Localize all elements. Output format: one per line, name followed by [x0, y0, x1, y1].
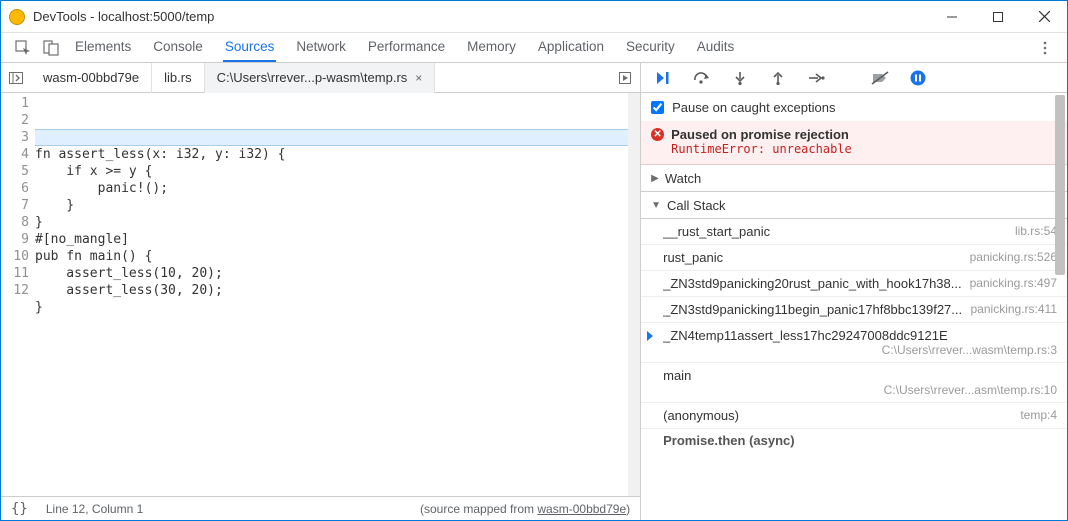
- callstack-label: Call Stack: [667, 198, 726, 213]
- frame-function: __rust_start_panic: [663, 224, 1007, 239]
- tab-network[interactable]: Network: [294, 33, 348, 62]
- frame-location: panicking.rs:411: [971, 302, 1058, 316]
- run-snippet-icon[interactable]: [610, 63, 640, 93]
- frame-function: _ZN4temp11assert_less17hc29247008ddc9121…: [663, 328, 1057, 343]
- frame-function: main: [663, 368, 1057, 383]
- stack-frame[interactable]: mainC:\Users\rrever...asm\temp.rs:10: [641, 363, 1067, 403]
- frame-location: lib.rs:54: [1015, 224, 1057, 238]
- window-titlebar: DevTools - localhost:5000/temp: [1, 1, 1067, 33]
- paused-message: RuntimeError: unreachable: [671, 142, 1057, 156]
- code-line: }: [35, 197, 640, 214]
- step-out-button[interactable]: [767, 67, 789, 89]
- frame-location: C:\Users\rrever...asm\temp.rs:10: [663, 383, 1057, 397]
- code-line: }: [35, 214, 640, 231]
- stack-frame[interactable]: rust_panic panicking.rs:526: [641, 245, 1067, 271]
- code-line: panic!();: [35, 180, 640, 197]
- sources-panel: wasm-00bbd79e lib.rs C:\Users\rrever...p-w…: [1, 63, 641, 520]
- tab-audits[interactable]: Audits: [695, 33, 737, 62]
- pause-on-exceptions-button[interactable]: [907, 67, 929, 89]
- code-line: assert_less(30, 20);: [35, 282, 640, 299]
- stack-frame[interactable]: _ZN3std9panicking11begin_panic17hf8bbc13…: [641, 297, 1067, 323]
- tab-console[interactable]: Console: [151, 33, 205, 62]
- format-icon[interactable]: {}: [11, 501, 28, 517]
- mapped-suffix: ): [626, 502, 630, 516]
- stack-frame[interactable]: __rust_start_panic lib.rs:54: [641, 219, 1067, 245]
- code-line: }: [35, 299, 640, 316]
- tab-security[interactable]: Security: [624, 33, 677, 62]
- close-tab-icon[interactable]: ×: [415, 71, 422, 85]
- gutter: 123456789101112: [1, 93, 35, 496]
- tab-application[interactable]: Application: [536, 33, 606, 62]
- select-element-icon[interactable]: [9, 36, 37, 60]
- code-area[interactable]: fn assert_less(x: i32, y: i32) { if x >=…: [35, 93, 640, 496]
- pause-on-caught-label: Pause on caught exceptions: [672, 100, 835, 115]
- tab-elements[interactable]: Elements: [73, 33, 133, 62]
- file-tab[interactable]: C:\Users\rrever...p-wasm\temp.rs ×: [205, 63, 436, 93]
- file-tab-bar: wasm-00bbd79e lib.rs C:\Users\rrever...p-w…: [1, 63, 640, 93]
- paused-banner: ✕ Paused on promise rejection RuntimeErr…: [641, 121, 1067, 165]
- cursor-position: Line 12, Column 1: [46, 502, 143, 516]
- window-title: DevTools - localhost:5000/temp: [33, 9, 929, 24]
- frame-function: (anonymous): [663, 408, 1012, 423]
- statusbar: {} Line 12, Column 1 (source mapped from…: [1, 496, 640, 520]
- panel-tabstrip: Elements Console Sources Network Performance…: [1, 33, 1067, 63]
- frame-location: panicking.rs:497: [970, 276, 1057, 290]
- frame-location: panicking.rs:526: [970, 250, 1057, 264]
- file-tab-label: wasm-00bbd79e: [43, 70, 139, 85]
- code-line: #[no_mangle]: [35, 231, 640, 248]
- paused-title: Paused on promise rejection: [671, 127, 1057, 142]
- stack-frame[interactable]: _ZN3std9panicking20rust_panic_with_hook1…: [641, 271, 1067, 297]
- minimize-button[interactable]: [929, 1, 975, 33]
- debugger-panel: Pause on caught exceptions ✕ Paused on p…: [641, 63, 1067, 520]
- source-map-link[interactable]: wasm-00bbd79e: [537, 502, 626, 516]
- code-line: assert_less(10, 20);: [35, 265, 640, 282]
- pause-on-caught-row: Pause on caught exceptions: [641, 93, 1067, 121]
- file-tab-label: lib.rs: [164, 70, 191, 85]
- debugger-toolbar: [641, 63, 1067, 93]
- watch-header[interactable]: ▶Watch: [641, 165, 1067, 191]
- navigator-toggle-icon[interactable]: [1, 63, 31, 93]
- mapped-prefix: (source mapped from: [420, 502, 537, 516]
- resume-button[interactable]: [653, 67, 675, 89]
- file-tab[interactable]: lib.rs: [152, 63, 204, 93]
- app-icon: [9, 9, 25, 25]
- callstack-header[interactable]: ▼Call Stack: [641, 192, 1067, 218]
- maximize-button[interactable]: [975, 1, 1021, 33]
- tab-memory[interactable]: Memory: [465, 33, 518, 62]
- device-toggle-icon[interactable]: [37, 36, 65, 60]
- code-line: pub fn main() {: [35, 248, 640, 265]
- stop-icon: ✕: [651, 128, 664, 141]
- file-tab-label: C:\Users\rrever...p-wasm\temp.rs: [217, 70, 408, 85]
- pause-on-caught-checkbox[interactable]: [651, 101, 664, 114]
- frame-location: C:\Users\rrever...wasm\temp.rs:3: [663, 343, 1057, 357]
- scrollbar-thumb[interactable]: [1055, 95, 1065, 275]
- file-tab[interactable]: wasm-00bbd79e: [31, 63, 152, 93]
- stack-frame[interactable]: (anonymous) temp:4: [641, 403, 1067, 429]
- async-label: Promise.then (async): [641, 429, 1067, 452]
- step-into-button[interactable]: [729, 67, 751, 89]
- code-editor[interactable]: 123456789101112 fn assert_less(x: i32, y…: [1, 93, 640, 496]
- code-line: if x >= y {: [35, 163, 640, 180]
- stack-frame[interactable]: _ZN4temp11assert_less17hc29247008ddc9121…: [641, 323, 1067, 363]
- watch-label: Watch: [665, 171, 701, 186]
- frame-function: _ZN3std9panicking11begin_panic17hf8bbc13…: [663, 302, 962, 317]
- deactivate-breakpoints-button[interactable]: [869, 67, 891, 89]
- step-over-button[interactable]: [691, 67, 713, 89]
- close-button[interactable]: [1021, 1, 1067, 33]
- tab-sources[interactable]: Sources: [223, 33, 277, 62]
- frame-function: _ZN3std9panicking20rust_panic_with_hook1…: [663, 276, 961, 291]
- more-icon[interactable]: [1031, 36, 1059, 60]
- frame-location: temp:4: [1020, 408, 1057, 422]
- tab-performance[interactable]: Performance: [366, 33, 447, 62]
- step-button[interactable]: [805, 67, 827, 89]
- frame-function: rust_panic: [663, 250, 961, 265]
- code-line: fn assert_less(x: i32, y: i32) {: [35, 146, 640, 163]
